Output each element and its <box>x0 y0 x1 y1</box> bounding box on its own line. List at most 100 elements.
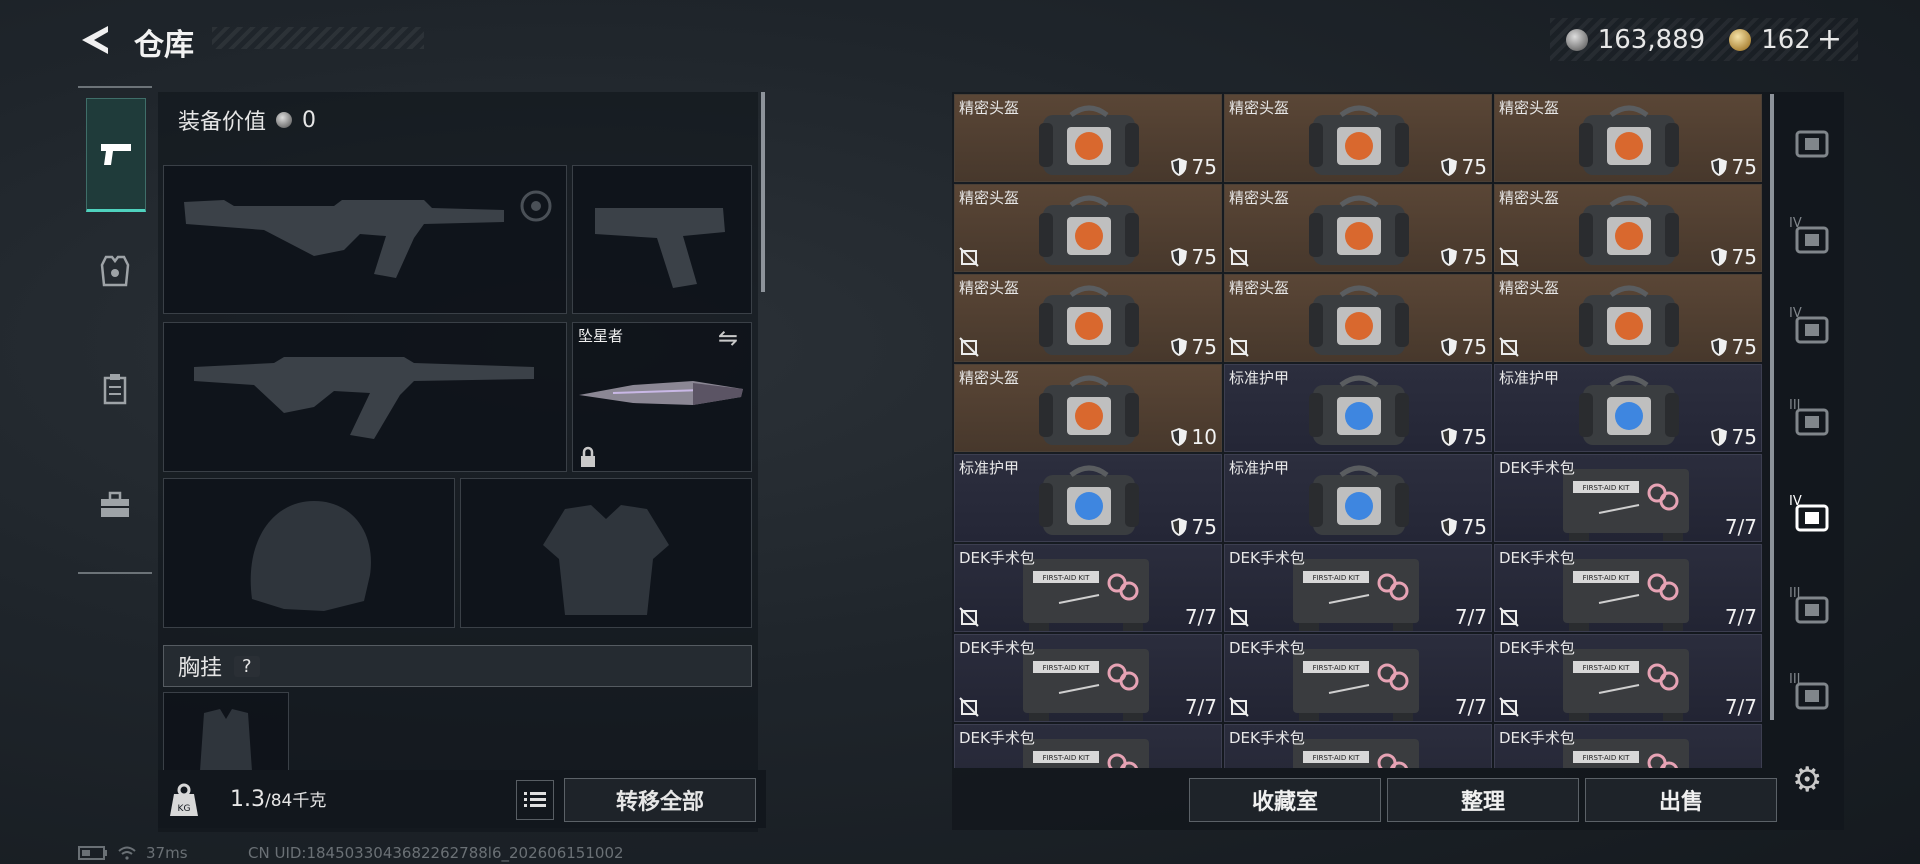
item-name: DEK手术包 <box>1499 549 1575 567</box>
inventory-item[interactable]: 精密头盔 75 <box>1494 94 1762 182</box>
tier-label: III <box>1789 586 1801 601</box>
collection-room-button[interactable]: 收藏室 <box>1189 778 1381 822</box>
inventory-item[interactable]: 精密头盔 75 <box>1494 274 1762 362</box>
silver-coin-icon <box>276 112 293 128</box>
inventory-item[interactable]: 精密头盔 75 <box>954 274 1222 362</box>
list-view-button[interactable] <box>516 780 554 820</box>
tab-chest-rig[interactable] <box>86 334 144 444</box>
category-backpack-tier3-icon[interactable]: III <box>1786 390 1836 450</box>
item-name: 标准护甲 <box>959 459 1020 477</box>
medkit-case-icon: FIRST-AID KIT <box>1563 469 1689 541</box>
settings-gear-icon[interactable]: ⚙ <box>1792 760 1822 800</box>
tab-toolbox[interactable] <box>86 450 144 560</box>
rifle-silhouette-icon <box>184 190 552 278</box>
inventory-item[interactable]: FIRST-AID KIT DEK手术包 7/7 <box>1224 544 1492 632</box>
item-value: 75 <box>1440 335 1487 359</box>
item-name: DEK手术包 <box>1229 729 1305 747</box>
inventory-item[interactable]: FIRST-AID KIT DEK手术包 7/7 <box>1494 454 1762 542</box>
item-value: 75 <box>1440 155 1487 179</box>
helmet-case-icon <box>1309 285 1409 355</box>
category-gear-tier3-icon[interactable]: III <box>1786 578 1836 638</box>
item-name: 精密头盔 <box>1499 99 1560 117</box>
category-medkit-tier4-icon[interactable]: IV <box>1786 486 1836 546</box>
tab-weapons[interactable] <box>86 98 146 212</box>
medkit-case-icon: FIRST-AID KIT <box>1563 649 1689 721</box>
inventory-item[interactable]: FIRST-AID KIT DEK手术包 7/7 <box>954 544 1222 632</box>
durability-shield-icon <box>1170 518 1187 536</box>
item-value: 75 <box>1170 515 1217 539</box>
item-value: 10 <box>1170 425 1217 449</box>
durability-shield-icon <box>1710 338 1727 356</box>
organize-button[interactable]: 整理 <box>1387 778 1579 822</box>
inventory-item[interactable]: 精密头盔 75 <box>954 184 1222 272</box>
inventory-item[interactable]: 精密头盔 75 <box>1494 184 1762 272</box>
inventory-item[interactable]: 精密头盔 75 <box>954 94 1222 182</box>
inventory-item[interactable]: 精密头盔 10 <box>954 364 1222 452</box>
category-helmet-category-icon[interactable] <box>1786 112 1836 172</box>
item-value-text: 7/7 <box>1454 605 1487 629</box>
inventory-item[interactable]: 精密头盔 75 <box>1224 184 1492 272</box>
svg-text:FIRST-AID KIT: FIRST-AID KIT <box>1043 574 1091 582</box>
durability-shield-icon <box>1440 428 1457 446</box>
sidearm-slot[interactable] <box>572 165 752 314</box>
primary-weapon-slot[interactable] <box>163 165 567 314</box>
durability-shield-icon <box>1440 158 1457 176</box>
body-armor-slot[interactable] <box>460 478 752 628</box>
sell-button[interactable]: 出售 <box>1585 778 1777 822</box>
svg-text:FIRST-AID KIT: FIRST-AID KIT <box>1583 484 1631 492</box>
secondary-weapon-slot[interactable] <box>163 322 567 472</box>
list-icon <box>524 792 546 807</box>
helmet-slot[interactable] <box>163 478 455 628</box>
item-name: 精密头盔 <box>1229 99 1290 117</box>
item-name: 标准护甲 <box>1229 369 1290 387</box>
inventory-item[interactable]: FIRST-AID KIT DEK手术包 <box>1494 724 1762 768</box>
durability-shield-icon <box>1170 158 1187 176</box>
helmet-case-icon <box>1579 105 1679 175</box>
inventory-item[interactable]: 标准护甲 75 <box>1224 454 1492 542</box>
inventory-item[interactable]: FIRST-AID KIT DEK手术包 7/7 <box>1224 634 1492 722</box>
inventory-item[interactable]: FIRST-AID KIT DEK手术包 <box>954 724 1222 768</box>
silver-coin-icon <box>1565 28 1588 51</box>
item-name: DEK手术包 <box>1229 639 1305 657</box>
inventory-item[interactable]: FIRST-AID KIT DEK手术包 7/7 <box>1494 544 1762 632</box>
not-insured-icon <box>1229 337 1249 357</box>
chest-rig-header: 胸挂 ? <box>163 645 752 687</box>
inventory-item[interactable]: 标准护甲 75 <box>954 454 1222 542</box>
item-value-text: 75 <box>1731 335 1757 359</box>
inventory-item[interactable]: 标准护甲 75 <box>1494 364 1762 452</box>
not-insured-icon <box>1499 337 1519 357</box>
item-value-text: 75 <box>1191 245 1217 269</box>
helmet-case-icon <box>1309 195 1409 265</box>
medkit-case-icon: FIRST-AID KIT <box>1563 739 1689 768</box>
inventory-item[interactable]: FIRST-AID KIT DEK手术包 7/7 <box>954 634 1222 722</box>
helmet-case-icon <box>1579 285 1679 355</box>
armor-silhouette-icon <box>543 505 669 615</box>
item-name: 精密头盔 <box>959 99 1020 117</box>
item-name: DEK手术包 <box>959 639 1035 657</box>
inventory-item[interactable]: 精密头盔 75 <box>1224 94 1492 182</box>
category-armor-tier4-icon[interactable]: IV <box>1786 208 1836 268</box>
inventory-item[interactable]: FIRST-AID KIT DEK手术包 <box>1224 724 1492 768</box>
pistol-icon <box>101 144 131 165</box>
lock-icon <box>581 446 595 467</box>
inventory-item[interactable]: 标准护甲 75 <box>1224 364 1492 452</box>
category-ammo-tier3-icon[interactable]: III <box>1786 664 1836 724</box>
equipment-value-amount: 0 <box>302 107 317 133</box>
not-insured-icon <box>959 337 979 357</box>
inventory-scrollbar[interactable] <box>1770 94 1774 720</box>
transfer-all-button[interactable]: 转移全部 <box>564 778 756 822</box>
help-button[interactable]: ? <box>234 655 260 677</box>
back-arrow-icon[interactable] <box>78 22 114 58</box>
add-currency-button[interactable]: + <box>1817 22 1842 57</box>
item-name: 精密头盔 <box>1229 279 1290 297</box>
category-chest-rig-tier4-icon[interactable]: IV <box>1786 298 1836 358</box>
item-name: DEK手术包 <box>1499 639 1575 657</box>
tier-label: IV <box>1789 494 1802 509</box>
tab-armor[interactable] <box>86 216 144 326</box>
swap-icon[interactable]: ⇋ <box>718 324 738 352</box>
chest-rig-slot[interactable] <box>163 692 289 774</box>
loadout-scrollbar[interactable] <box>761 92 765 292</box>
item-name: 精密头盔 <box>959 279 1020 297</box>
inventory-item[interactable]: FIRST-AID KIT DEK手术包 7/7 <box>1494 634 1762 722</box>
inventory-item[interactable]: 精密头盔 75 <box>1224 274 1492 362</box>
